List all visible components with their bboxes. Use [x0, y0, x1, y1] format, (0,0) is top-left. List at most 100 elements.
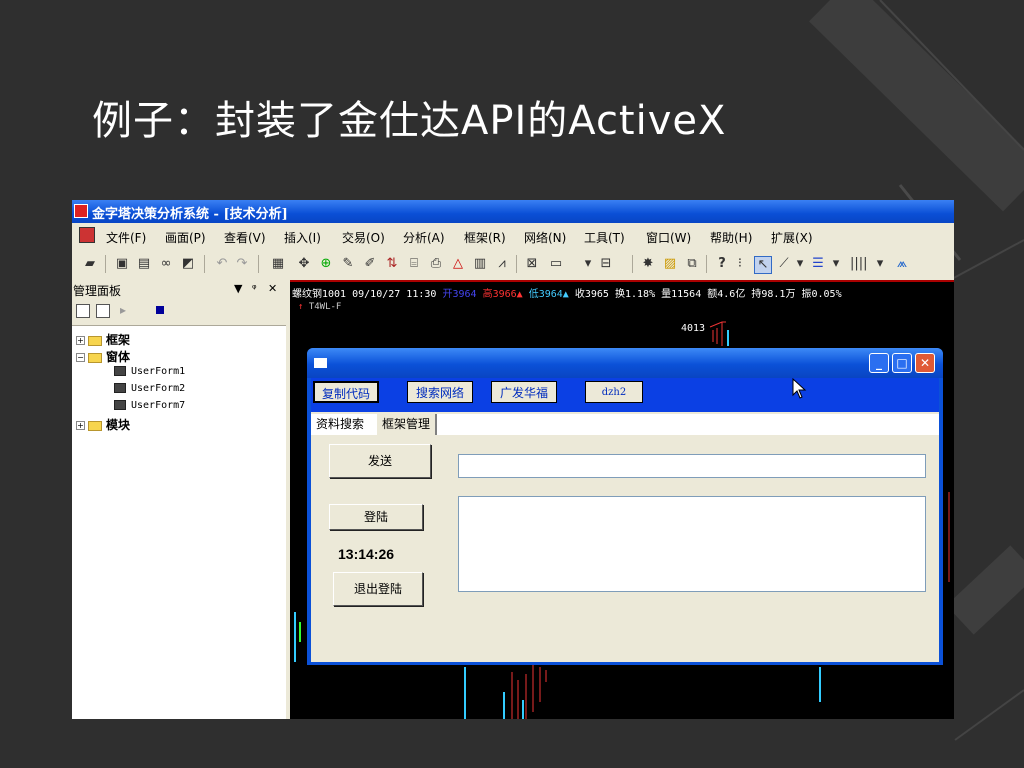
quote-high: 高3966▲ [482, 289, 523, 300]
indicator-icon[interactable]: ⩘ [494, 256, 510, 272]
fan-icon[interactable]: ⩕ [894, 256, 910, 272]
list-view-icon[interactable] [96, 304, 110, 318]
grid-view-icon[interactable] [76, 304, 90, 318]
collapse-icon[interactable]: − [76, 353, 85, 362]
help-icon[interactable]: ? [714, 256, 730, 272]
zoom-icon[interactable]: ⊕ [318, 256, 334, 272]
management-panel: 管理面板 ▼ ᵠ ✕ ▸ + 框架 − 窗体 UserForm1 UserForm2 [72, 280, 290, 719]
pencil-icon[interactable]: ✎ [340, 256, 356, 272]
tree-folder-frame[interactable]: + 框架 [76, 331, 130, 348]
play-icon[interactable]: ▸ [120, 303, 126, 317]
window-icon[interactable]: ▭ [548, 256, 564, 272]
tree-label: 模块 [106, 418, 131, 432]
maximize-button[interactable]: □ [892, 353, 912, 373]
send-button[interactable]: 发送 [329, 444, 431, 478]
indicator-label: ↑ T4WL-F [298, 302, 341, 312]
folder-open-icon [88, 352, 102, 363]
minimize-button[interactable]: _ [869, 353, 889, 373]
dzh2-button[interactable]: dzh2 [585, 381, 643, 403]
open-folder-icon[interactable]: ▰ [82, 256, 98, 272]
gf-huafu-button[interactable]: 广发华福 [491, 381, 557, 403]
panel-dropdown-icon[interactable]: ▼ [234, 282, 242, 295]
palette-icon[interactable]: ⊟ [598, 256, 614, 272]
strategy-icon[interactable]: ▣ [114, 256, 130, 272]
menu-extend[interactable]: 扩展(X) [771, 229, 813, 246]
menu-tools[interactable]: 工具(T) [584, 229, 625, 246]
activex-dialog: _ □ ✕ 复制代码 搜索网络 广发华福 dzh2 资料搜索 框架管理 发送 登… [307, 348, 943, 665]
move-icon[interactable]: ✥ [296, 256, 312, 272]
dialog-button-bar: 复制代码 搜索网络 广发华福 dzh2 [311, 378, 939, 412]
close-button[interactable]: ✕ [915, 353, 935, 373]
text-dropdown-icon[interactable]: ▾ [828, 256, 844, 272]
menu-view[interactable]: 查看(V) [224, 229, 266, 246]
menu-file[interactable]: 文件(F) [106, 229, 146, 246]
redo-icon[interactable]: ↷ [234, 256, 250, 272]
overflow-icon[interactable]: ⁝ [732, 256, 748, 272]
dropdown-icon[interactable]: ▾ [580, 256, 596, 272]
tree-folder-modules[interactable]: + 模块 [76, 416, 130, 433]
form-icon [114, 400, 126, 410]
bars-dropdown-icon[interactable]: ▾ [872, 256, 888, 272]
line-dropdown-icon[interactable]: ▾ [792, 256, 808, 272]
text-icon[interactable]: ☰ [810, 256, 826, 272]
tree-item-userform1[interactable]: UserForm1 [114, 366, 185, 377]
chart-mode-icon[interactable]: ◩ [180, 256, 196, 272]
menu-bar: 文件(F) 画面(P) 查看(V) 插入(I) 交易(O) 分析(A) 框架(R… [72, 223, 954, 249]
logout-button[interactable]: 退出登陆 [333, 572, 423, 606]
message-input[interactable] [458, 454, 926, 478]
tree-label: 框架 [106, 333, 131, 347]
up-arrow-icon: ↑ [298, 302, 304, 312]
binoculars-icon[interactable]: ∞ [158, 256, 174, 272]
filter-icon[interactable]: ⌸ [406, 256, 422, 272]
tree-label: UserForm1 [131, 366, 186, 377]
menu-network[interactable]: 网络(N) [524, 229, 566, 246]
notes-icon[interactable]: ▨ [662, 256, 678, 272]
quote-low: 低3964▲ [528, 289, 569, 300]
stop-icon[interactable] [156, 306, 164, 314]
tile-icon[interactable]: ▦ [270, 256, 286, 272]
tab-data-search[interactable]: 资料搜索 [311, 414, 370, 435]
line-icon[interactable]: ⟋ [776, 256, 792, 272]
formula-icon[interactable]: ▥ [472, 256, 488, 272]
quote-turnover: 换1.18% [614, 289, 656, 300]
chart-icon[interactable]: ⊠ [524, 256, 540, 272]
search-network-button[interactable]: 搜索网络 [407, 381, 473, 403]
quote-close: 收3965 [574, 289, 609, 300]
expand-icon[interactable]: + [76, 421, 85, 430]
expand-icon[interactable]: + [76, 336, 85, 345]
copy-icon[interactable]: ⧉ [684, 256, 700, 272]
folder-icon [88, 420, 102, 431]
indicator-name: T4WL-F [308, 302, 342, 312]
menu-view-screen[interactable]: 画面(P) [165, 229, 206, 246]
menu-frame[interactable]: 框架(R) [464, 229, 506, 246]
export-icon[interactable]: ⎙ [428, 256, 444, 272]
brush-icon[interactable]: ✸ [640, 256, 656, 272]
copy-code-button[interactable]: 复制代码 [313, 381, 379, 403]
panel-close-icon[interactable]: ✕ [268, 282, 277, 295]
mouse-cursor-icon [792, 378, 807, 399]
menu-insert[interactable]: 插入(I) [284, 229, 321, 246]
menu-trade[interactable]: 交易(O) [342, 229, 385, 246]
tree-item-userform2[interactable]: UserForm2 [114, 383, 185, 394]
pointer-icon[interactable]: ↖ [754, 256, 772, 274]
tree-item-userform7[interactable]: UserForm7 [114, 400, 185, 411]
quote-symbol: 螺纹钢1001 [292, 289, 347, 300]
panel-pin-icon[interactable]: ᵠ [252, 282, 257, 295]
bars-icon[interactable]: |||| [850, 256, 868, 272]
document-icon[interactable] [79, 227, 95, 243]
panel-header: 管理面板 ▼ ᵠ ✕ [72, 280, 286, 299]
tree-label: UserForm7 [131, 400, 186, 411]
tree-folder-forms[interactable]: − 窗体 [76, 348, 130, 365]
layout-icon[interactable]: ▤ [136, 256, 152, 272]
edit-icon[interactable]: ✐ [362, 256, 378, 272]
triangle-icon[interactable]: △ [450, 256, 466, 272]
menu-analysis[interactable]: 分析(A) [403, 229, 445, 246]
menu-window[interactable]: 窗口(W) [646, 229, 691, 246]
undo-icon[interactable]: ↶ [214, 256, 230, 272]
sort-icon[interactable]: ⇅ [384, 256, 400, 272]
menu-help[interactable]: 帮助(H) [710, 229, 752, 246]
output-textarea[interactable] [458, 496, 926, 592]
tab-frame-manage[interactable]: 框架管理 [377, 414, 438, 435]
login-button[interactable]: 登陆 [329, 504, 423, 530]
app-logo-icon [74, 204, 88, 218]
